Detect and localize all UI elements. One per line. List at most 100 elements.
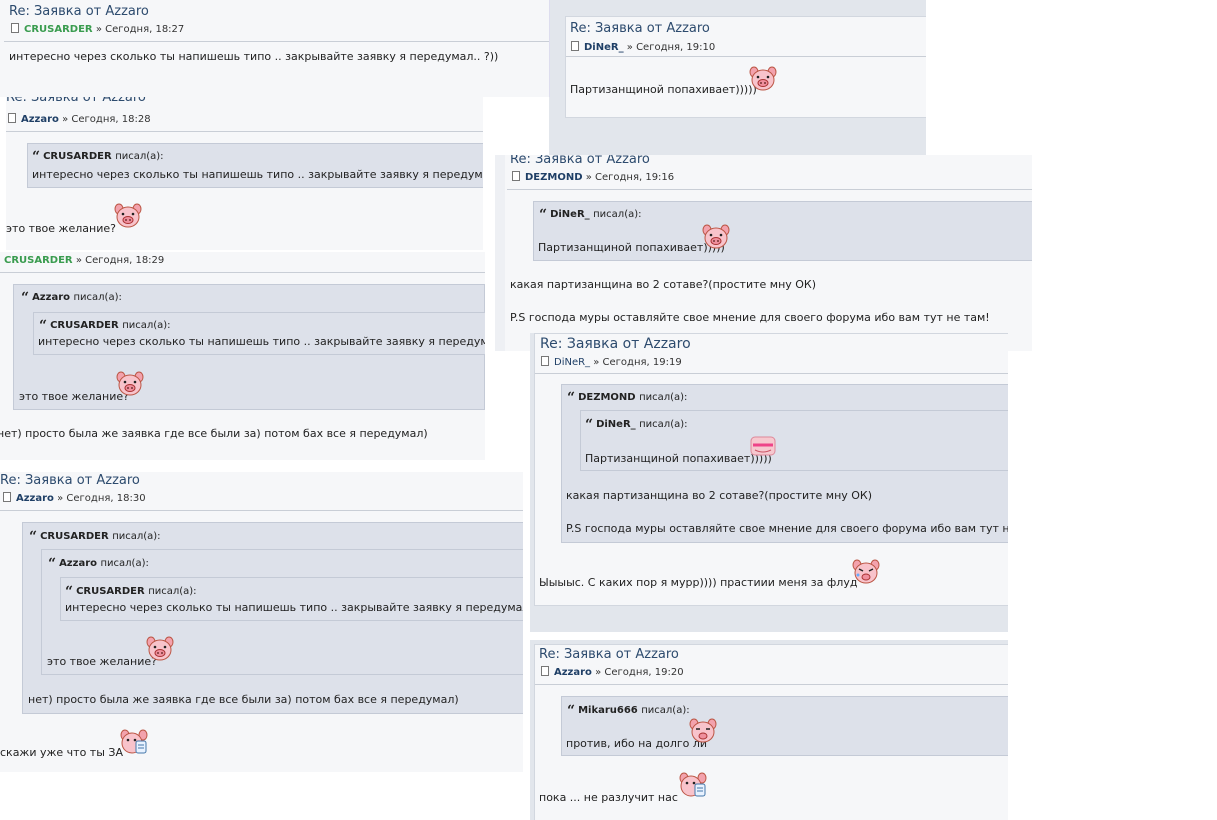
post-document-icon[interactable] <box>541 356 549 366</box>
quote-text: какая партизанщина во 2 сотаве?(простите… <box>566 489 873 502</box>
forum-post: Re: Заявка от Azzaro Azzaro » Сегодня, 1… <box>530 640 1008 820</box>
quote-mark-icon: “ <box>32 149 41 165</box>
quote-suffix: писал(а): <box>641 705 690 716</box>
post-title[interactable]: Re: Заявка от Azzaro <box>9 4 149 19</box>
post-document-icon[interactable] <box>571 41 579 51</box>
quote-text: нет) просто была же заявка где все были … <box>28 693 459 706</box>
author-link[interactable]: CRUSARDER <box>4 255 73 266</box>
quote-author: DiNeR_ <box>596 419 636 430</box>
divider <box>0 272 485 273</box>
post-meta: DEZMOND » Сегодня, 19:16 <box>512 171 674 183</box>
post-text: пока ... не разлучит нас <box>539 791 678 804</box>
post-date: » Сегодня, 18:29 <box>75 255 165 266</box>
author-link[interactable]: CRUSARDER <box>24 24 93 35</box>
quote-suffix: писал(а): <box>639 419 688 430</box>
divider <box>535 684 1008 685</box>
quote-author: Mikaru666 <box>578 705 638 716</box>
quote-mark-icon: “ <box>21 290 30 306</box>
forum-post: Re: Заявка от Azzaro Azzaro » Сегодня, 1… <box>6 97 483 250</box>
forum-post: Re: Заявка от Azzaro Azzaro » Сегодня, 1… <box>0 472 523 772</box>
quote-mark-icon: “ <box>585 417 594 433</box>
quote-text: против, ибо на долго ли <box>566 737 708 750</box>
divider <box>6 131 483 132</box>
author-link[interactable]: Azzaro <box>16 493 54 504</box>
quote-mark-icon: “ <box>567 703 576 719</box>
author-link[interactable]: Azzaro <box>554 667 592 678</box>
forum-post: Re: Заявка от Azzaro DiNeR_ » Сегодня, 1… <box>530 333 1008 632</box>
quote-author: DiNeR_ <box>550 209 590 220</box>
quote-block: “Azzaro писал(а): “CRUSARDER писал(а): и… <box>13 284 485 410</box>
post-meta: CRUSARDER » Сегодня, 18:29 <box>4 255 164 266</box>
quote-suffix: писал(а): <box>73 292 122 303</box>
quote-header: “CRUSARDER писал(а): <box>29 529 161 545</box>
pig-smiley-icon <box>120 729 148 755</box>
quote-header: “DEZMOND писал(а): <box>567 390 687 406</box>
post-document-icon[interactable] <box>8 113 16 123</box>
author-link[interactable]: DiNeR_ <box>584 42 624 53</box>
quote-author: CRUSARDER <box>43 151 112 162</box>
post-date: » Сегодня, 19:10 <box>626 42 716 53</box>
post-text: скажи уже что ты ЗА <box>0 746 123 759</box>
post-text: P.S господа муры оставляйте свое мнение … <box>510 311 990 324</box>
post-document-icon[interactable] <box>3 492 11 502</box>
post-meta: Azzaro » Сегодня, 19:20 <box>541 666 684 678</box>
quote-block: “DiNeR_ писал(а): Партизанщиной попахива… <box>533 201 1032 261</box>
post-title[interactable]: Re: Заявка от Azzaro <box>510 155 650 167</box>
post-date: » Сегодня, 18:27 <box>95 24 185 35</box>
post-text: Партизанщиной попахивает))))) <box>570 83 757 96</box>
post-document-icon[interactable] <box>11 23 19 33</box>
pig-smiley-icon <box>679 772 707 798</box>
quote-header: “DiNeR_ писал(а): <box>539 207 642 223</box>
post-date: » Сегодня, 19:16 <box>585 172 675 183</box>
post-title[interactable]: Re: Заявка от Azzaro <box>6 97 146 105</box>
quote-header: “DiNeR_ писал(а): <box>585 417 688 433</box>
pig-smiley-icon <box>702 224 730 250</box>
pig-smiley-icon <box>689 718 717 744</box>
forum-post: Re: Заявка от Azzaro DiNeR_ » Сегодня, 1… <box>549 0 926 155</box>
quote-block: “CRUSARDER писал(а): интересно через ско… <box>60 577 523 621</box>
quote-block: “CRUSARDER писал(а): интересно через ско… <box>27 143 483 188</box>
post-text: это твое желание? <box>6 222 116 235</box>
quote-suffix: писал(а): <box>100 558 149 569</box>
quote-author: Azzaro <box>32 292 70 303</box>
quote-text: это твое желание? <box>47 655 157 668</box>
author-link[interactable]: Azzaro <box>21 114 59 125</box>
quote-header: “Azzaro писал(а): <box>48 556 149 572</box>
quote-text: интересно через сколько ты напишешь типо… <box>32 168 483 181</box>
quote-block: “DEZMOND писал(а): “DiNeR_ писал(а): Пар… <box>561 384 1008 543</box>
post-title[interactable]: Re: Заявка от Azzaro <box>0 473 140 488</box>
quote-text: Партизанщиной попахивает))))) <box>538 241 725 254</box>
quote-author: Azzaro <box>59 558 97 569</box>
quote-author: CRUSARDER <box>76 586 145 597</box>
quote-mark-icon: “ <box>567 390 576 406</box>
post-title[interactable]: Re: Заявка от Azzaro <box>570 21 710 36</box>
quote-header: “CRUSARDER писал(а): <box>65 584 197 600</box>
quote-suffix: писал(а): <box>593 209 642 220</box>
pig-smiley-icon <box>116 371 144 397</box>
author-link[interactable]: DEZMOND <box>525 172 583 183</box>
post-meta: DiNeR_ » Сегодня, 19:10 <box>571 41 715 53</box>
quote-block: “DiNeR_ писал(а): Партизанщиной попахива… <box>580 410 1008 471</box>
quote-header: “Mikaru666 писал(а): <box>567 703 690 719</box>
quote-text: это твое желание? <box>19 390 129 403</box>
author-link[interactable]: DiNeR_ <box>554 357 590 368</box>
pig-smiley-icon <box>749 433 777 459</box>
quote-text: Партизанщиной попахивает))))) <box>585 452 772 465</box>
pig-smiley-icon <box>146 636 174 662</box>
quote-mark-icon: “ <box>539 207 548 223</box>
post-meta: Azzaro » Сегодня, 18:28 <box>8 113 151 125</box>
quote-header: “CRUSARDER писал(а): <box>39 318 171 334</box>
quote-author: DEZMOND <box>578 392 636 403</box>
quote-block: “CRUSARDER писал(а): “Azzaro писал(а): “… <box>22 522 523 714</box>
quote-mark-icon: “ <box>65 584 74 600</box>
post-date: » Сегодня, 19:19 <box>593 357 682 368</box>
post-text: какая партизанщина во 2 сотаве?(простите… <box>510 278 817 291</box>
post-meta: CRUSARDER » Сегодня, 18:27 <box>11 23 184 35</box>
post-document-icon[interactable] <box>541 666 549 676</box>
post-document-icon[interactable] <box>512 171 520 181</box>
quote-header: “CRUSARDER писал(а): <box>32 149 164 165</box>
post-text-content: нет) просто была же заявка где все были … <box>0 427 428 440</box>
pig-smiley-icon <box>114 203 142 229</box>
post-title[interactable]: Re: Заявка от Azzaro <box>539 647 679 662</box>
post-title[interactable]: Re: Заявка от Azzaro <box>540 336 691 352</box>
